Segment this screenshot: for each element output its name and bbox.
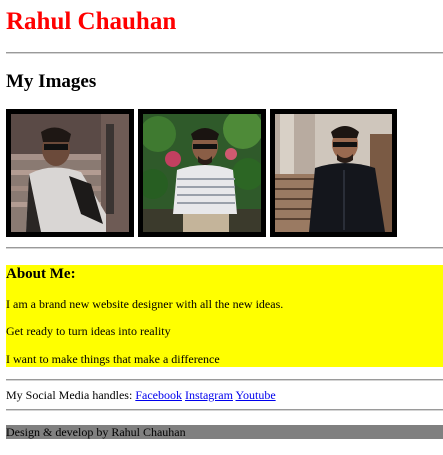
page: Rahul Chauhan — [0, 0, 443, 37]
gallery-photo-1 — [6, 109, 134, 237]
about-line-2: Get ready to turn ideas into reality — [6, 324, 171, 338]
divider-middle — [6, 247, 443, 249]
about-heading: About Me: — [6, 266, 76, 282]
about-section: About Me: I am a brand new website desig… — [6, 265, 443, 367]
youtube-link[interactable]: Youtube — [236, 388, 276, 402]
photo-3-image — [275, 114, 392, 232]
divider-top — [6, 52, 443, 54]
image-gallery — [6, 109, 397, 237]
facebook-link[interactable]: Facebook — [135, 388, 182, 402]
divider-about-bottom — [6, 379, 443, 381]
about-line-1: I am a brand new website designer with a… — [6, 297, 284, 311]
social-label: My Social Media handles: — [6, 388, 133, 402]
gallery-photo-3 — [270, 109, 397, 237]
footer: Design & develop by Rahul Chauhan — [6, 425, 443, 439]
about-line-3: I want to make things that make a differ… — [6, 352, 220, 366]
photo-1-image — [11, 114, 129, 232]
divider-bottom — [6, 409, 443, 411]
images-heading: My Images — [6, 71, 97, 92]
photo-2-image — [143, 114, 261, 232]
footer-text: Design & develop by Rahul Chauhan — [6, 425, 186, 439]
page-title: Rahul Chauhan — [6, 8, 177, 35]
instagram-link[interactable]: Instagram — [185, 388, 233, 402]
gallery-photo-2 — [138, 109, 266, 237]
social-section: My Social Media handles: Facebook Instag… — [6, 388, 276, 402]
